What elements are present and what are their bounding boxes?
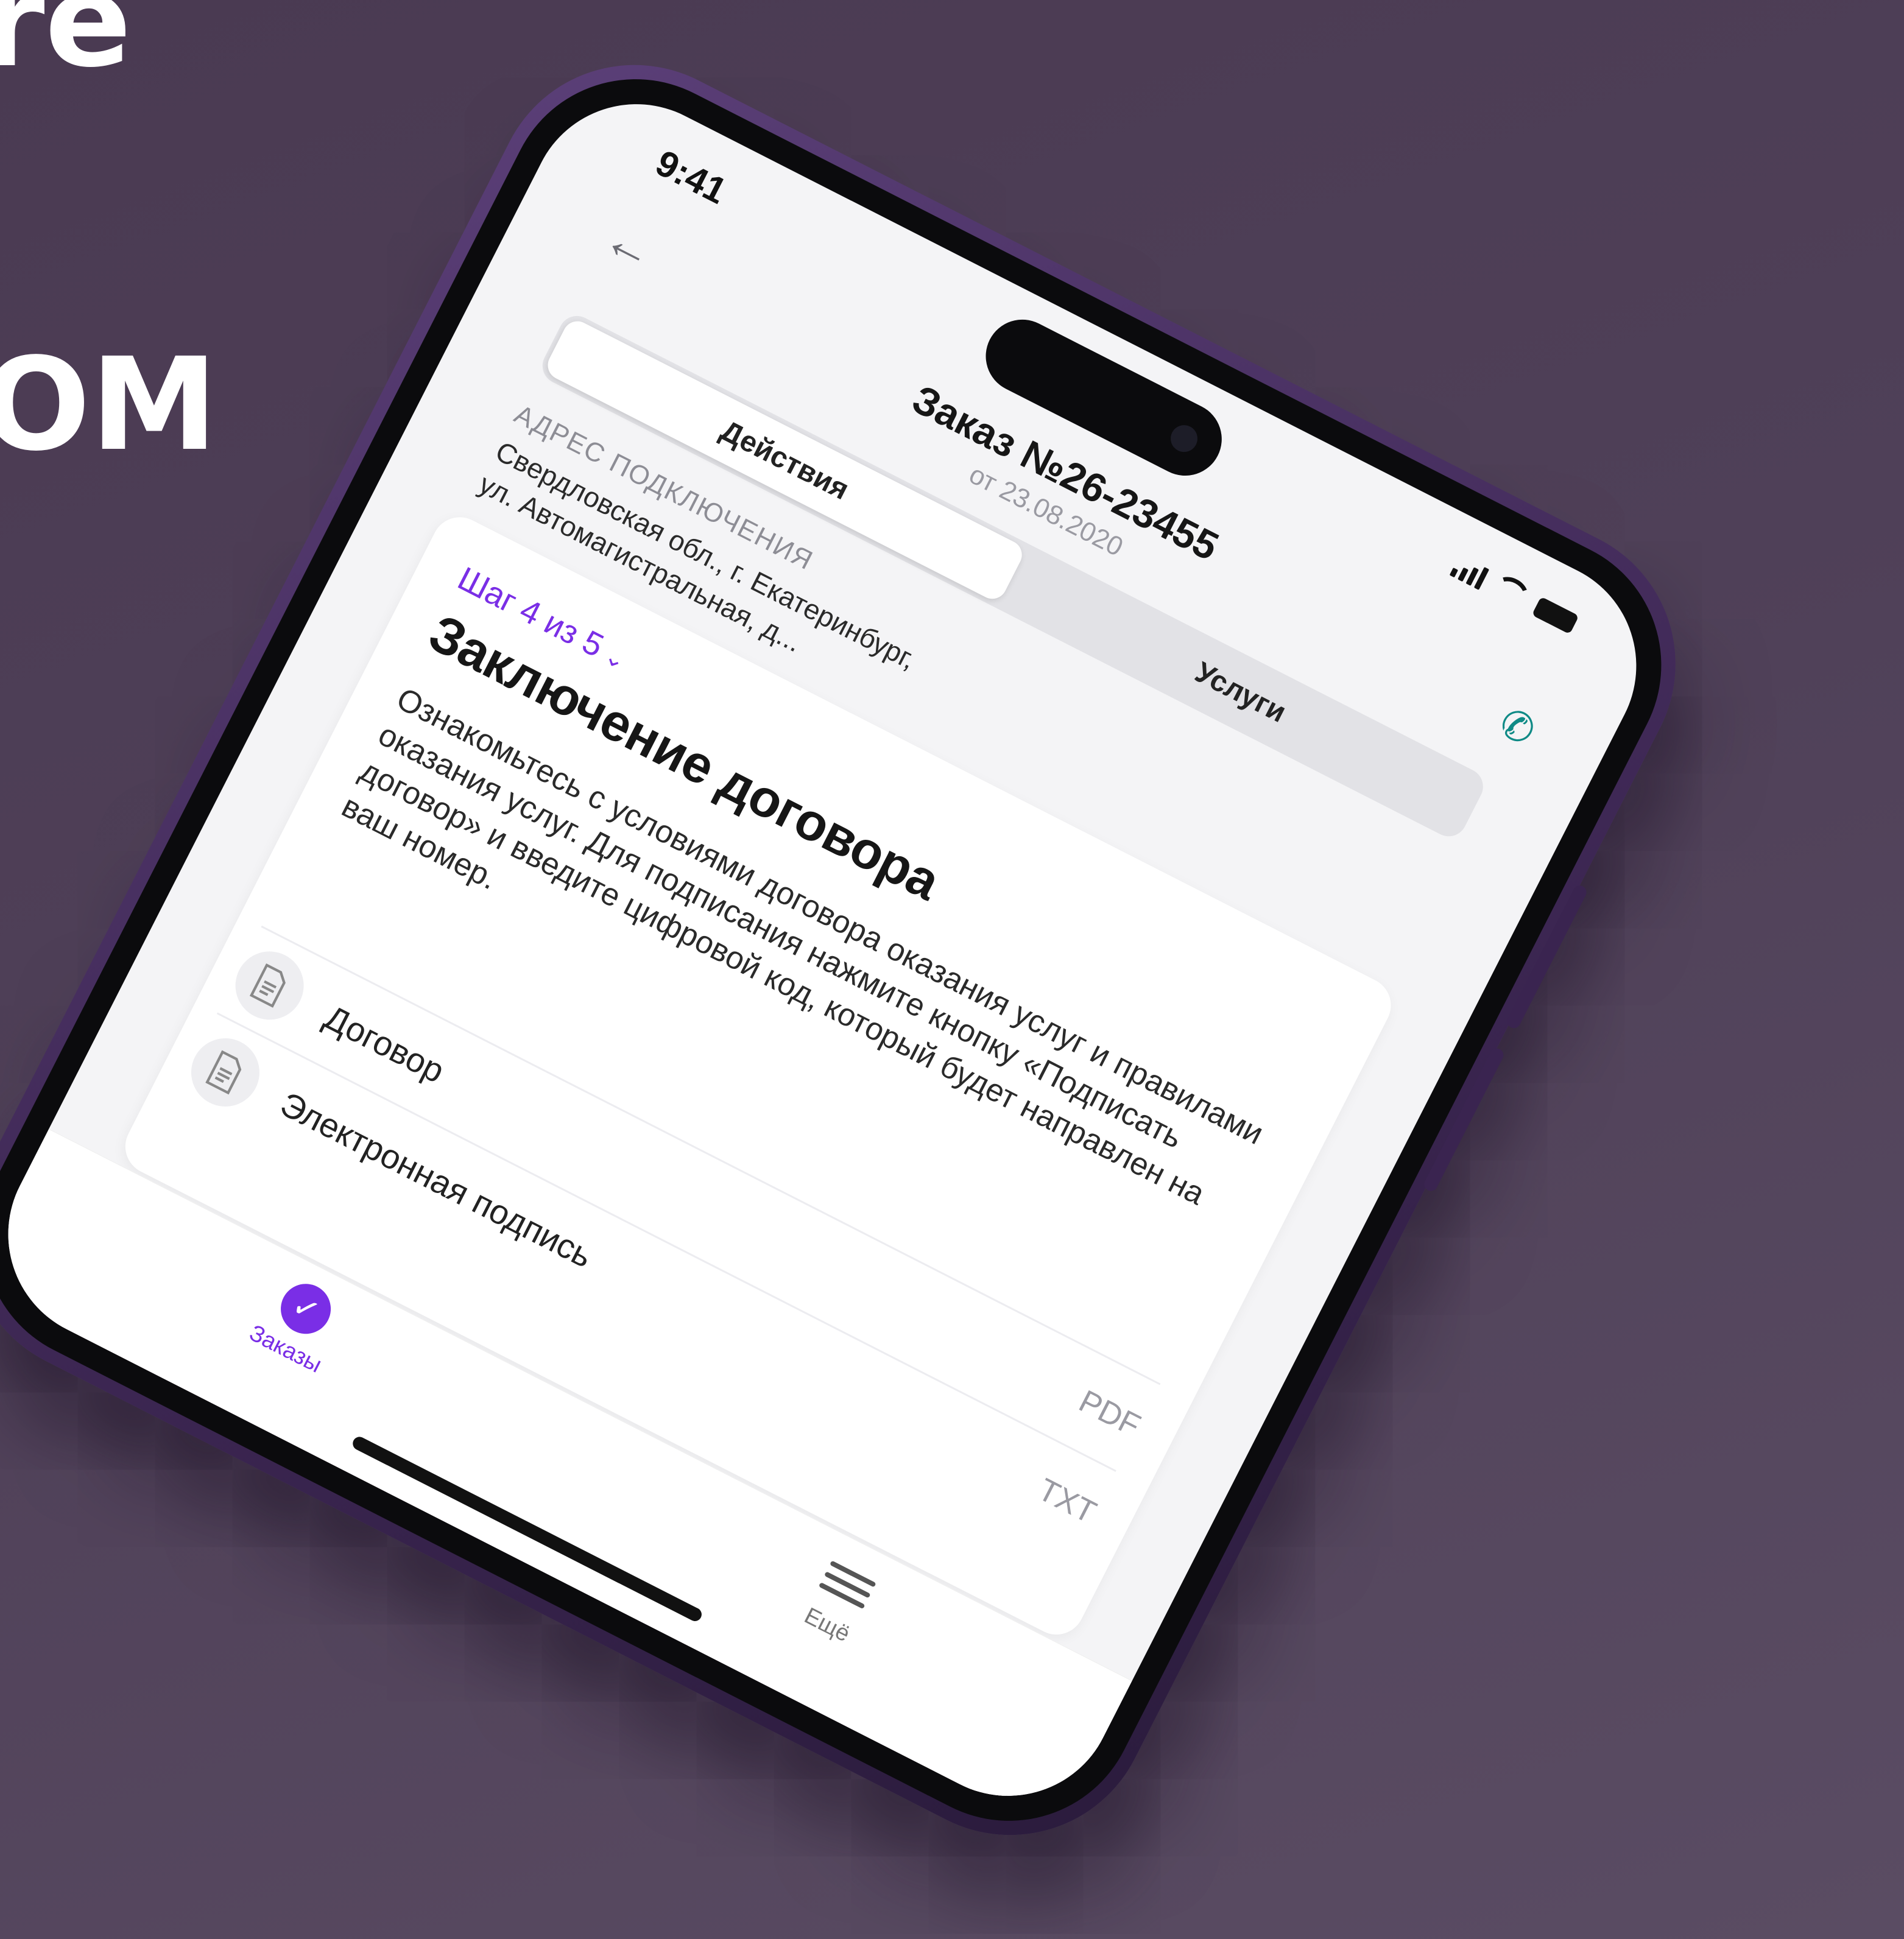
tabbar-item-more[interactable]: Ещё: [799, 1551, 881, 1648]
document-icon: [224, 939, 316, 1032]
background-headline-fragment: re: [0, 0, 132, 96]
status-icons: [1448, 551, 1581, 638]
status-time: 9:41: [649, 142, 733, 212]
battery-icon: [1531, 596, 1579, 635]
menu-icon: [814, 1551, 881, 1618]
signal-icon: [1449, 554, 1490, 590]
camera-icon: [1166, 420, 1202, 457]
wifi-icon: [1487, 571, 1534, 614]
phone-mockup: 9:41 ← Заказ №26-23455 от 23.08.2020 ✆ Д…: [0, 16, 1724, 1884]
tabbar-item-orders[interactable]: ✓ Заказы: [245, 1269, 351, 1379]
background-headline-fragment: OM: [0, 330, 218, 479]
document-icon: [179, 1026, 272, 1118]
chevron-down-icon: ⌄: [600, 642, 631, 675]
app-screen: 9:41 ← Заказ №26-23455 от 23.08.2020 ✆ Д…: [0, 67, 1673, 1833]
check-circle-icon: ✓: [272, 1275, 340, 1343]
